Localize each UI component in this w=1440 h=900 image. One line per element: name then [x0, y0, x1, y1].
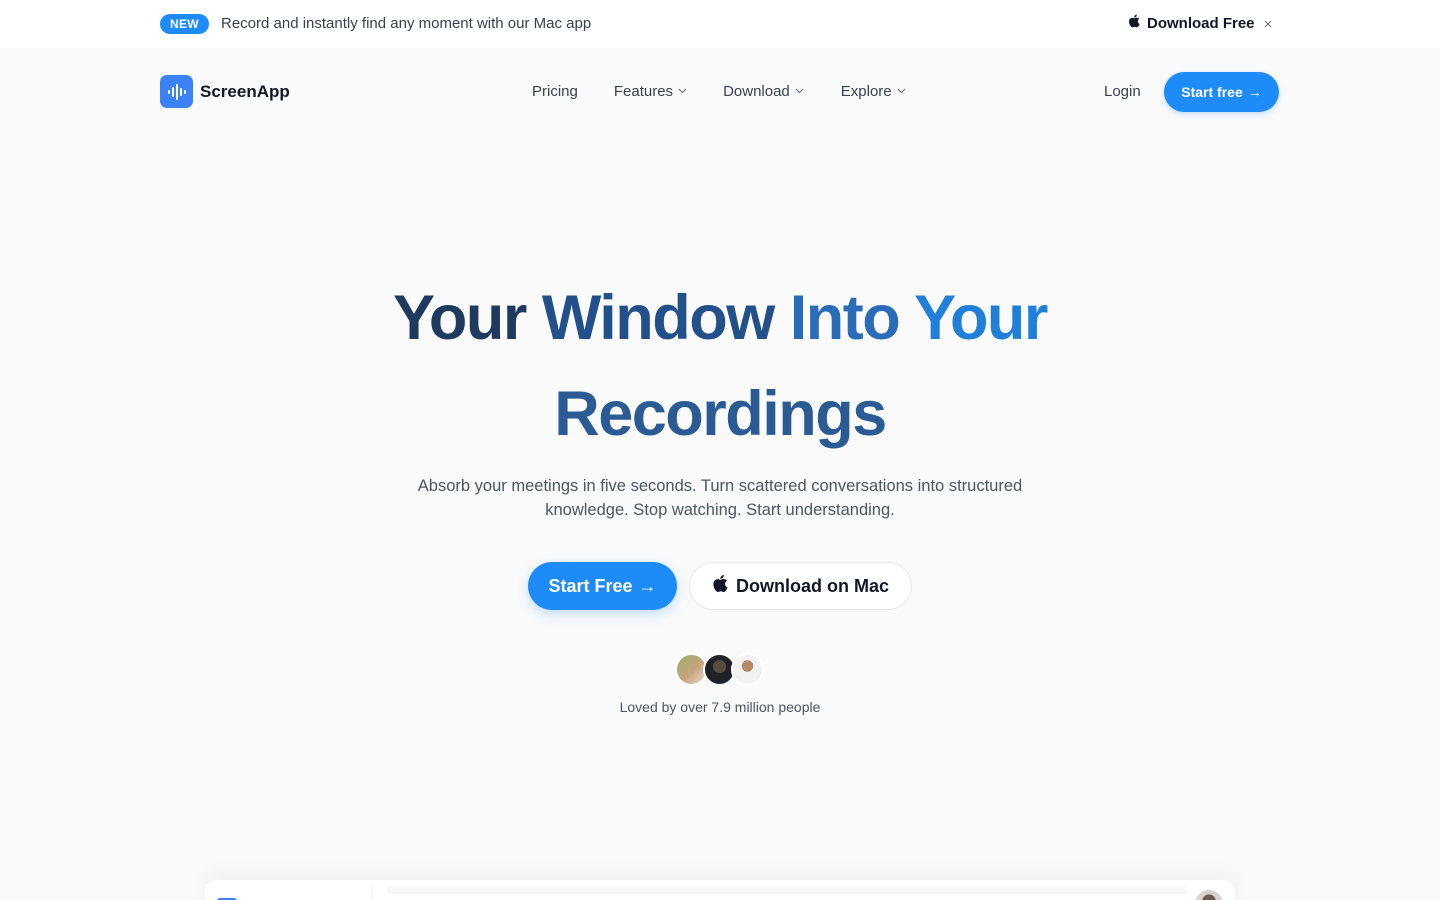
social-proof-text: Loved by over 7.9 million people	[619, 699, 821, 715]
app-preview-sidebar	[205, 884, 373, 900]
nav-item-download[interactable]: Download	[723, 83, 804, 100]
start-free-cta-button[interactable]: Start Free →	[528, 562, 677, 610]
start-free-button[interactable]: Start free →	[1164, 72, 1279, 112]
start-free-cta-label: Start Free	[548, 575, 633, 596]
download-free-link[interactable]: Download Free	[1128, 14, 1255, 32]
user-avatars	[675, 653, 767, 686]
logo[interactable]: ScreenApp	[160, 75, 290, 108]
download-free-label: Download Free	[1147, 14, 1255, 32]
hero-title-line-1: Your Window Into Your	[0, 270, 1440, 366]
nav-item-explore[interactable]: Explore	[841, 83, 906, 100]
chevron-down-icon	[678, 86, 687, 97]
avatar	[731, 653, 764, 686]
hero-title-line-2: Recordings	[554, 379, 887, 449]
nav-item-features[interactable]: Features	[614, 83, 687, 100]
main-nav: ScreenApp Pricing Features Download Expl…	[0, 48, 1440, 138]
apple-icon	[712, 574, 728, 598]
arrow-right-icon: →	[638, 575, 657, 596]
hero-title-word: Window	[541, 283, 775, 353]
hero-subtitle: Absorb your meetings in five seconds. Tu…	[417, 477, 1023, 519]
start-free-label: Start free	[1181, 84, 1243, 100]
new-badge: NEW	[160, 14, 209, 34]
app-preview-topbar	[387, 886, 1187, 894]
app-preview	[205, 880, 1235, 900]
apple-icon	[1128, 14, 1140, 32]
hero-title-word: Your	[914, 283, 1048, 353]
announcement-message: Record and instantly find any moment wit…	[221, 15, 592, 32]
chevron-down-icon	[795, 86, 804, 97]
nav-item-pricing[interactable]: Pricing	[532, 83, 578, 100]
nav-item-label: Explore	[840, 83, 892, 100]
announcement-bar: NEW Record and instantly find any moment…	[0, 0, 1440, 48]
hero-title: Your Window Into Your Recordings	[0, 270, 1440, 462]
download-on-mac-label: Download on Mac	[736, 575, 889, 596]
close-icon[interactable]: ×	[1261, 14, 1275, 34]
arrow-right-icon: →	[1247, 84, 1262, 100]
login-link[interactable]: Login	[1104, 83, 1141, 100]
nav-item-label: Download	[723, 83, 790, 100]
nav-menu: Pricing Features Download Explore	[532, 83, 906, 100]
hero-title-word: Into	[789, 283, 901, 353]
nav-item-label: Features	[613, 83, 674, 100]
waveform-icon	[160, 75, 193, 108]
download-on-mac-button[interactable]: Download on Mac	[689, 562, 912, 610]
chevron-down-icon	[897, 86, 906, 97]
nav-item-label: Pricing	[532, 83, 578, 100]
logo-text: ScreenApp	[200, 81, 290, 101]
avatar	[1195, 890, 1223, 900]
hero-title-word: Your	[393, 283, 527, 353]
